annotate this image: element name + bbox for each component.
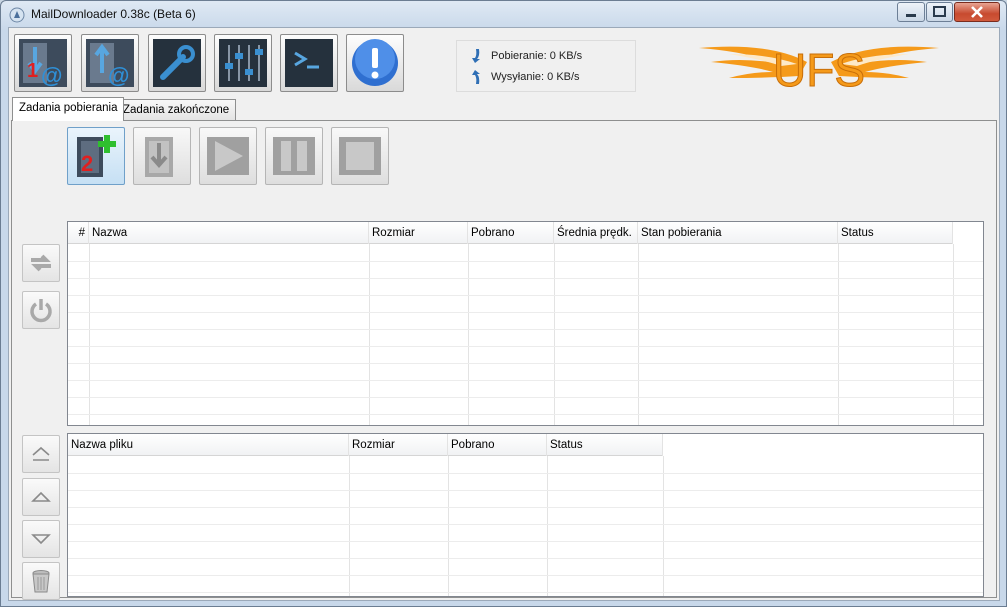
grid-row-line [68,329,983,330]
close-button[interactable] [954,2,1000,22]
grid-column-line [838,244,839,425]
app-icon [9,7,25,23]
column-downloaded[interactable]: Pobrano [468,222,554,244]
grid-row-line [68,507,983,508]
minimize-button[interactable] [897,2,925,22]
grid-row-line [68,278,983,279]
grid-row-line [68,541,983,542]
grid-column-line [369,244,370,425]
wrench-icon [153,39,201,87]
grid-row-line [68,473,983,474]
svg-text:1: 1 [27,60,38,82]
download-speed: Pobieranie: 0 KB/s [471,48,582,64]
terminal-icon [285,39,333,87]
info-icon [352,39,398,86]
stop-button[interactable] [331,127,389,185]
window-title: MailDownloader 0.38c (Beta 6) [31,7,196,21]
move-down-button[interactable] [22,520,60,558]
play-icon [207,137,249,175]
move-top-button[interactable] [22,435,60,473]
move-up-icon [31,491,51,502]
pause-icon [273,137,315,175]
grid-column-line [468,244,469,425]
grid-column-line [89,244,90,425]
grid-row-line [68,312,983,313]
speed-panel: Pobieranie: 0 KB/s Wysyłanie: 0 KB/s [456,40,636,92]
column-file-status[interactable]: Status [547,434,663,456]
column-file-size[interactable]: Rozmiar [349,434,448,456]
pause-button[interactable] [265,127,323,185]
mixer-button[interactable] [214,34,272,92]
trash-icon [32,570,50,593]
about-button[interactable] [346,34,404,92]
grid-row-line [68,575,983,576]
grid-row-line [68,558,983,559]
download-icon [145,137,173,177]
grid-row-line [68,592,983,593]
column-size[interactable]: Rozmiar [369,222,468,244]
stop-icon [339,137,381,175]
tasks-table-header: # Nazwa Rozmiar Pobrano Średnia prędk. S… [68,222,953,244]
grid-row-line [68,363,983,364]
close-icon [971,6,983,18]
ufs-logo: UFS [699,44,939,94]
download-mail-button[interactable]: @ 1 [14,34,72,92]
column-download-state[interactable]: Stan pobierania [638,222,838,244]
upload-speed: Wysyłanie: 0 KB/s [471,69,580,85]
column-number[interactable]: # [68,222,89,244]
tab-download-tasks[interactable]: Zadania pobierania [12,97,125,121]
move-up-button[interactable] [22,478,60,516]
column-file-name[interactable]: Nazwa pliku [68,434,349,456]
svg-text:@: @ [41,63,62,87]
grid-column-line [638,244,639,425]
svg-text:UFS: UFS [773,44,865,94]
add-task-button[interactable]: 2 [67,127,125,185]
grid-row-line [68,414,983,415]
column-file-downloaded[interactable]: Pobrano [448,434,547,456]
play-button[interactable] [199,127,257,185]
arrow-up-icon [472,70,480,84]
move-top-icon [32,446,50,461]
upload-mail-icon: @ [86,39,134,87]
settings-button[interactable] [148,34,206,92]
power-button[interactable] [22,291,60,329]
grid-row-line [68,346,983,347]
add-task-icon: 2 [77,135,116,177]
grid-row-line [68,261,983,262]
power-icon [30,299,52,323]
tab-completed-tasks[interactable]: Zadania zakończone [116,99,237,121]
grid-row-line [68,295,983,296]
grid-column-line [554,244,555,425]
delete-button[interactable] [22,562,60,600]
maximize-button[interactable] [926,2,953,22]
maximize-icon [933,6,946,17]
svg-text:2: 2 [81,151,93,176]
grid-row-line [68,524,983,525]
refresh-button[interactable] [22,244,60,282]
grid-row-line [68,397,983,398]
mixer-icon [219,39,267,87]
files-table[interactable]: Nazwa pliku Rozmiar Pobrano Status [67,433,984,597]
column-status[interactable]: Status [838,222,953,244]
svg-text:@: @ [108,63,129,87]
title-bar[interactable]: MailDownloader 0.38c (Beta 6) [1,1,1006,27]
console-button[interactable] [280,34,338,92]
refresh-icon [31,254,51,272]
files-table-header: Nazwa pliku Rozmiar Pobrano Status [68,434,663,456]
client-area: @ 1 @ Pobieranie: 0 KB/s Wysyłanie: 0 KB… [8,27,1000,601]
grid-row-line [68,380,983,381]
upload-mail-button[interactable]: @ [81,34,139,92]
download-button[interactable] [133,127,191,185]
tab-panel-download-tasks: 2 # Nazwa Rozmiar Pobrano Średnia prędk.… [11,120,997,600]
arrow-down-icon [472,49,480,63]
download-mail-icon: @ 1 [19,39,67,87]
main-window: MailDownloader 0.38c (Beta 6) @ 1 @ Pobi… [0,0,1007,607]
column-avg-speed[interactable]: Średnia prędk. [554,222,638,244]
move-down-icon [31,534,51,545]
grid-row-line [68,490,983,491]
column-name[interactable]: Nazwa [89,222,369,244]
minimize-icon [906,14,916,17]
grid-column-line [953,244,954,425]
tasks-table[interactable]: # Nazwa Rozmiar Pobrano Średnia prędk. S… [67,221,984,426]
